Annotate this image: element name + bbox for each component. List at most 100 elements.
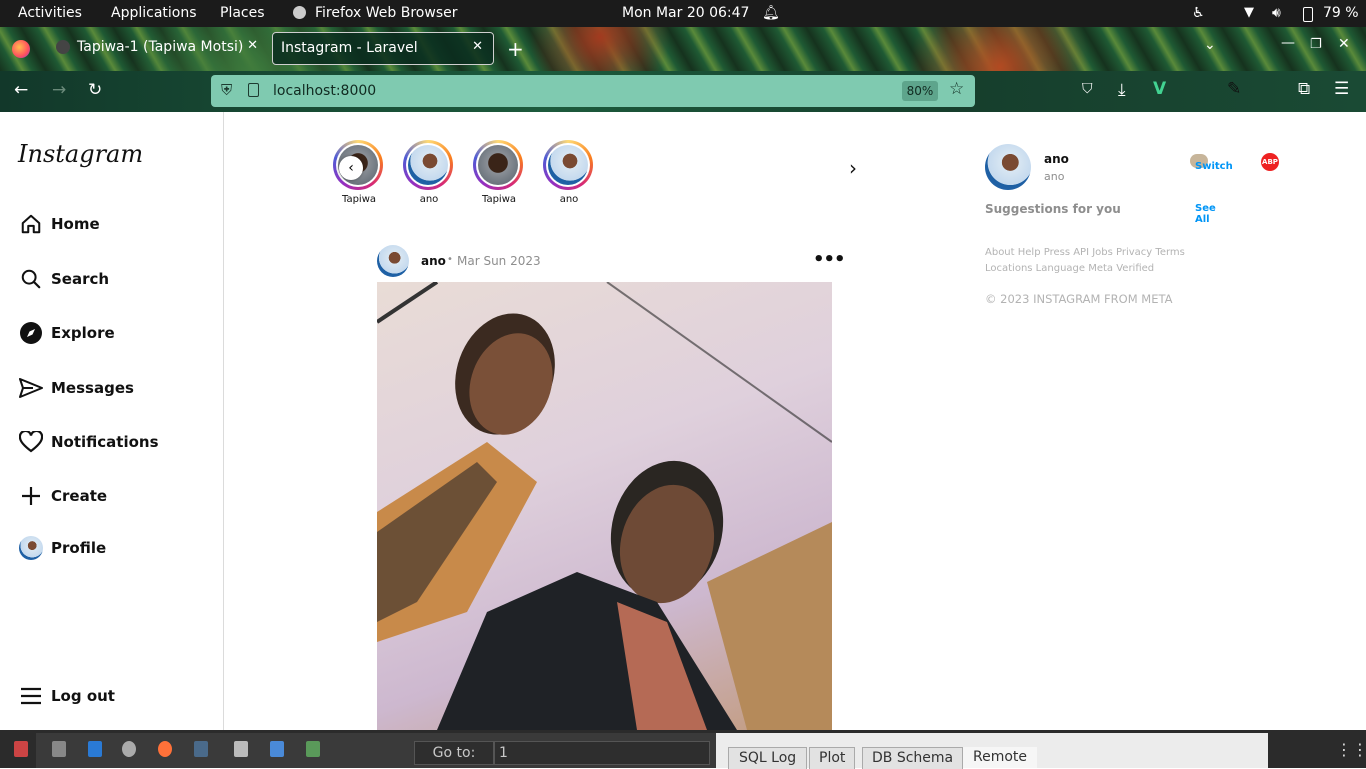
system-monitor-icon[interactable] [194,741,208,757]
back-icon[interactable]: ← [14,80,28,100]
page-icon [248,83,259,97]
tab-plot[interactable]: Plot [809,747,856,769]
tab-label: Tapiwa-1 (Tapiwa Motsi) [77,39,244,55]
post-header: ano • Mar Sun 2023 ••• [377,245,846,279]
footer-links[interactable]: About Help Press API Jobs Privacy Terms [985,247,1185,258]
nav-search[interactable]: Search [18,264,109,294]
avatar[interactable] [985,144,1031,190]
logout-button[interactable]: Log out [18,681,115,711]
pocket-icon[interactable]: ⛉ [1082,81,1093,97]
adblock-icon[interactable]: ABP [1261,153,1279,171]
story-name: ano [419,194,439,205]
url-bar[interactable]: ⛨ localhost:8000 80% ☆ [211,75,975,107]
plus-icon [18,483,44,509]
avatar[interactable] [377,245,409,277]
text-editor-icon[interactable] [270,741,284,757]
url-text[interactable]: localhost:8000 [273,83,376,99]
story-item[interactable] [473,140,523,190]
clock[interactable]: Mon Mar 20 06:47 [622,5,749,21]
nav-label: Messages [51,379,134,397]
instagram-sidebar: Instagram Home Search Explore Messages N… [0,112,224,730]
story-item[interactable] [403,140,453,190]
maximize-icon[interactable]: ❐ [1310,37,1322,52]
tab-instagram[interactable]: Instagram - Laravel ✕ [272,32,494,65]
chevron-down-icon[interactable]: ⌄ [1204,37,1216,53]
post-photo [377,282,832,730]
nav-label: Notifications [51,433,159,451]
close-icon[interactable]: ✕ [472,39,483,54]
nav-label: Explore [51,324,115,342]
switch-account-link[interactable]: Switch [1195,161,1233,172]
browser-tab-strip: Tapiwa-1 (Tapiwa Motsi) ✕ Instagram - La… [0,27,1366,71]
activities-button[interactable]: Activities [18,5,82,21]
nav-label: Home [51,215,100,233]
chevron-left-icon[interactable]: ‹ [339,156,363,180]
window-close-icon[interactable]: ✕ [1338,36,1350,52]
new-tab-icon[interactable]: + [507,37,524,61]
tab-remote[interactable]: Remote [963,747,1038,768]
nav-explore[interactable]: Explore [18,318,115,348]
post-image[interactable] [377,282,832,730]
close-icon[interactable]: ✕ [247,38,258,53]
post-username[interactable]: ano [421,254,446,268]
vscode-icon[interactable] [88,741,102,757]
bookmark-star-icon[interactable]: ☆ [949,79,964,99]
shield-icon[interactable]: ⛨ [221,81,232,99]
nav-notifications[interactable]: Notifications [18,427,159,457]
goto-input[interactable]: 1 [494,741,710,765]
database-icon[interactable] [234,741,248,757]
app-menu[interactable]: Firefox Web Browser [315,5,458,21]
compass-icon [18,320,44,346]
places-menu[interactable]: Places [220,5,265,21]
terminal-icon[interactable] [52,741,66,757]
send-icon [18,375,44,401]
see-all-link[interactable]: See All [1195,203,1230,225]
nav-messages[interactable]: Messages [18,373,134,403]
hamburger-menu-icon[interactable]: ☰ [1334,79,1349,99]
firefox-menu-icon[interactable] [12,40,30,58]
trash-icon[interactable] [306,741,320,757]
story-avatar [478,145,518,185]
firefox-icon[interactable] [158,741,172,757]
applications-menu[interactable]: Applications [111,5,197,21]
reload-icon[interactable]: ↻ [88,80,102,100]
bell-icon[interactable]: 🔔︎ [762,5,780,21]
nav-label: Create [51,487,108,505]
battery-icon[interactable] [1303,7,1313,22]
extension-icon[interactable]: ✎ [1227,79,1241,99]
nav-create[interactable]: Create [18,481,107,511]
minimize-icon[interactable]: — [1281,35,1295,51]
tab-sql-log[interactable]: SQL Log [728,747,808,769]
post-date: Mar Sun 2023 [457,254,541,268]
app-grid-icon[interactable]: ⋮⋮ [1336,740,1366,759]
download-icon[interactable]: ⤓ [1118,80,1126,100]
right-column: ano ano Switch Suggestions for you See A… [985,144,1233,324]
footer-links[interactable]: Locations Language Meta Verified [985,263,1154,274]
chevron-right-icon[interactable]: › [849,156,857,180]
post-separator: • [447,254,453,265]
home-icon [18,211,44,237]
volume-icon[interactable]: 🔊︎ [1272,5,1281,21]
accessibility-icon[interactable]: ♿︎ [1192,5,1205,21]
story-name: Tapiwa [481,194,516,205]
extensions-puzzle-icon[interactable]: ⧉ [1298,79,1310,99]
search-icon [18,266,44,292]
current-username[interactable]: ano [1044,152,1069,166]
zoom-level[interactable]: 80% [902,81,938,101]
forward-icon[interactable]: → [52,80,66,100]
copyright: © 2023 INSTAGRAM FROM META [985,292,1173,306]
story-name: Tapiwa [341,194,376,205]
settings-icon[interactable] [122,741,136,757]
avatar [19,536,43,560]
nav-profile[interactable]: Profile [18,533,106,563]
story-item[interactable] [543,140,593,190]
tab-github[interactable]: Tapiwa-1 (Tapiwa Motsi) ✕ [50,32,268,63]
nav-home[interactable]: Home [18,209,100,239]
vue-devtools-icon[interactable]: V [1153,79,1166,99]
tab-db-schema[interactable]: DB Schema [862,747,964,769]
goto-label: Go to: [414,741,494,765]
more-options-icon[interactable]: ••• [813,249,846,270]
instagram-logo[interactable]: Instagram [18,140,143,168]
files-icon[interactable] [14,741,28,757]
wifi-icon[interactable]: ▼ [1244,5,1254,20]
